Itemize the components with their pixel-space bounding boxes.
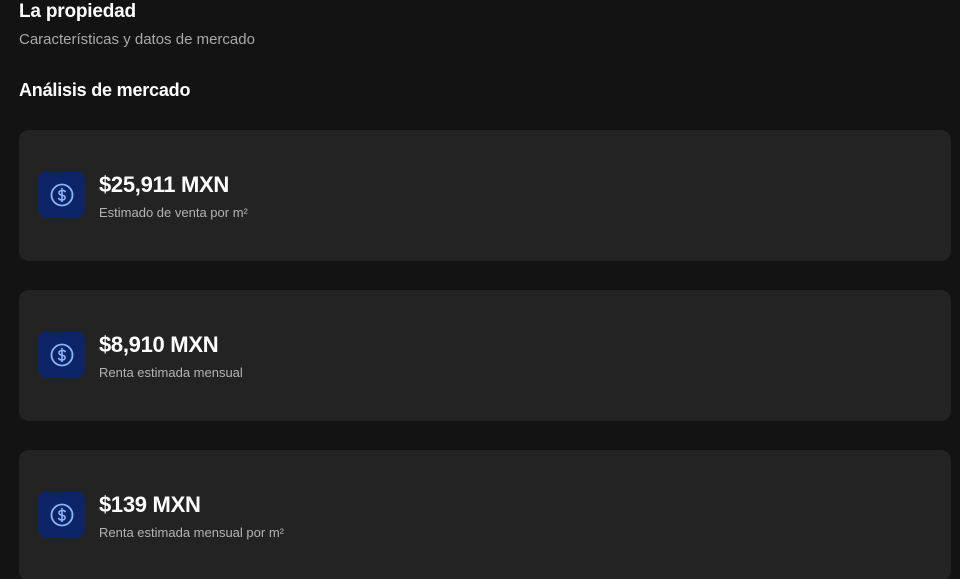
monthly-rent-per-m2-value: $139 MXN (99, 492, 201, 517)
market-card-sale-price: $25,911 MXN Estimado de venta por m² (19, 130, 951, 261)
monthly-rent-per-m2-label: Renta estimada mensual por m² (99, 525, 284, 540)
market-card-monthly-rent-per-m2: $139 MXN Renta estimada mensual por m² (19, 450, 951, 579)
monthly-rent-value: $8,910 MXN (99, 332, 219, 357)
dollar-circle-icon (38, 491, 85, 538)
dollar-circle-icon (38, 171, 85, 218)
market-card-monthly-rent: $8,910 MXN Renta estimada mensual (19, 290, 951, 421)
market-analysis-title: Análisis de mercado (19, 80, 191, 100)
property-page: La propiedad Características y datos de … (0, 0, 960, 579)
section-subtitle: Características y datos de mercado (19, 31, 255, 48)
dollar-circle-icon (38, 331, 85, 378)
sale-price-per-m2-value: $25,911 MXN (99, 172, 230, 197)
section-title: La propiedad (19, 1, 136, 22)
monthly-rent-label: Renta estimada mensual (99, 365, 243, 380)
sale-price-per-m2-label: Estimado de venta por m² (99, 205, 248, 220)
